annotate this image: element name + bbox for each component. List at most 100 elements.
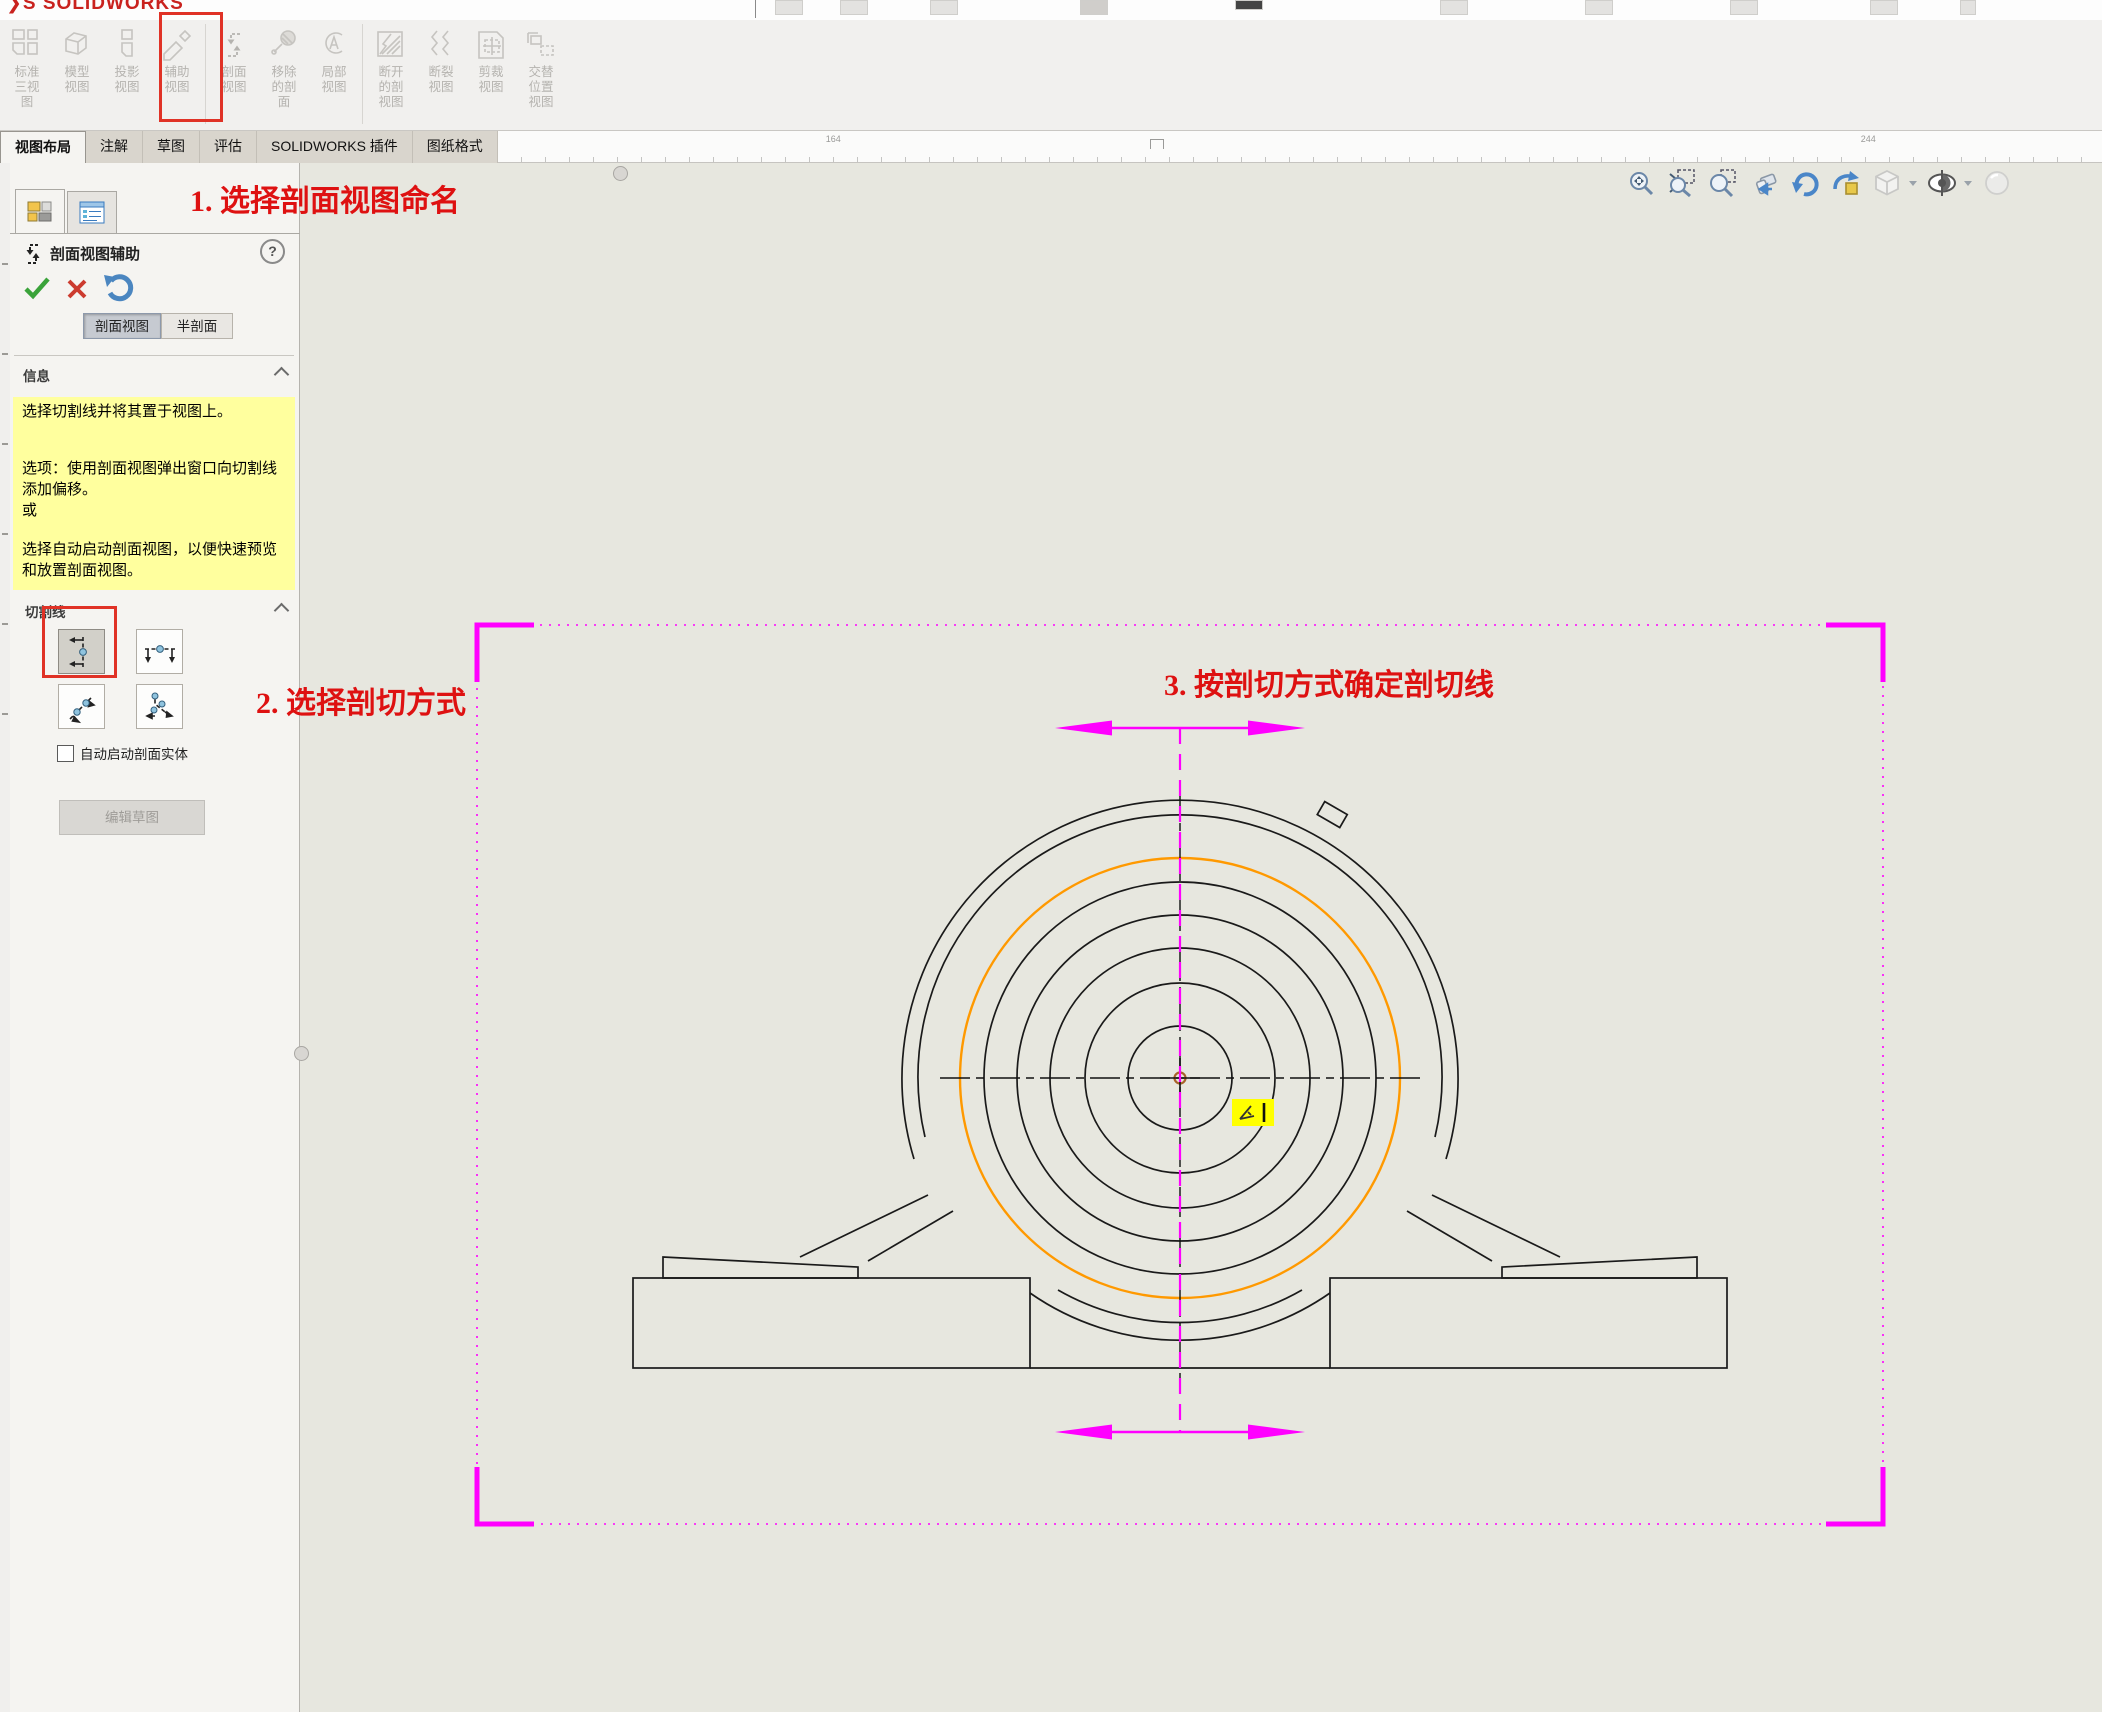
removed-section-button[interactable]: 移除的剖面 bbox=[259, 20, 309, 110]
cutting-line-bottom-handle[interactable] bbox=[1055, 1425, 1305, 1440]
3d-drawing-view-icon[interactable] bbox=[1830, 167, 1862, 199]
undo-icon[interactable] bbox=[102, 271, 136, 303]
ribbon-button-label: 局部视图 bbox=[320, 65, 348, 95]
cancel-x-icon[interactable] bbox=[65, 277, 89, 301]
standard-3-view-button[interactable]: 标准三视图 bbox=[2, 20, 52, 110]
detail-view-icon bbox=[326, 33, 342, 53]
crop-view-button[interactable]: 剪裁视图 bbox=[466, 20, 516, 95]
section-view-assist-icon bbox=[20, 241, 46, 267]
drawing-viewport[interactable] bbox=[300, 165, 2102, 1712]
toolbar-icon-placeholder[interactable] bbox=[1585, 0, 1613, 15]
ribbon-button-label: 断开的剖视图 bbox=[377, 65, 405, 110]
horizontal-cutting-line-button[interactable] bbox=[136, 629, 183, 674]
message-line: 选择切割线并将其置于视图上。 bbox=[22, 401, 286, 422]
panel-collapse-handle[interactable] bbox=[613, 166, 628, 181]
message-line bbox=[22, 521, 286, 539]
toolbar-icon-placeholder[interactable] bbox=[1440, 0, 1468, 15]
property-manager-tab-icon bbox=[26, 200, 54, 224]
display-style-dropdown-caret[interactable] bbox=[1909, 181, 1917, 186]
ribbon-button-label: 移除的剖面 bbox=[270, 65, 298, 110]
detail-view-button[interactable]: 局部视图 bbox=[309, 20, 359, 95]
aligned-cutting-line-button[interactable] bbox=[136, 684, 183, 729]
edge-tick bbox=[2, 713, 8, 715]
hide-show-dropdown-caret[interactable] bbox=[1964, 181, 1972, 186]
ribbon-separator bbox=[362, 24, 363, 124]
ruler-label: 164 bbox=[826, 134, 841, 144]
zoom-in-out-icon[interactable] bbox=[1707, 167, 1739, 199]
model-view-button[interactable]: 模型视图 bbox=[52, 20, 102, 95]
toolbar-icon-placeholder[interactable] bbox=[840, 0, 868, 15]
ribbon-button-label: 剖面视图 bbox=[220, 65, 248, 95]
edge-tick bbox=[2, 353, 8, 355]
ruler-label: 244 bbox=[1861, 134, 1876, 144]
broken-out-section-button[interactable]: 断开的剖视图 bbox=[366, 20, 416, 110]
heads-up-view-toolbar bbox=[1625, 167, 2013, 199]
appearances-icon[interactable] bbox=[1981, 167, 2013, 199]
tab-sheet-format[interactable]: 图纸格式 bbox=[413, 131, 498, 163]
message-box: 选择切割线并将其置于视图上。 选项：使用剖面视图弹出窗口向切割线添加偏移。 或 … bbox=[13, 397, 295, 590]
command-manager-tabbar: 视图布局 注解 草图 评估 SOLIDWORKS 插件 图纸格式 164 244 bbox=[0, 131, 2102, 163]
ruler-strip: 164 244 bbox=[498, 131, 2102, 163]
help-icon[interactable]: ? bbox=[260, 239, 285, 264]
ribbon-button-label: 模型视图 bbox=[63, 65, 91, 95]
ruler-ticks bbox=[498, 157, 2102, 162]
edge-tick bbox=[2, 533, 8, 535]
tab-solidworks-addins[interactable]: SOLIDWORKS 插件 bbox=[257, 131, 413, 163]
panel-splitter-handle[interactable] bbox=[294, 1046, 309, 1061]
toolbar-icon-placeholder[interactable] bbox=[1960, 0, 1976, 15]
ribbon-button-label: 交替位置视图 bbox=[527, 65, 555, 110]
alternate-position-view-button[interactable]: 交替位置视图 bbox=[516, 20, 566, 110]
auxiliary-cutting-line-button[interactable] bbox=[58, 684, 105, 729]
toolbar-icon-placeholder[interactable] bbox=[775, 0, 803, 15]
zoom-fit-icon[interactable] bbox=[1625, 167, 1657, 199]
display-style-icon[interactable] bbox=[1871, 167, 1903, 199]
property-manager-tab[interactable] bbox=[15, 189, 65, 233]
projected-view-icon bbox=[122, 30, 132, 56]
alternate-position-view-icon bbox=[528, 33, 553, 55]
ribbon-button-label: 剪裁视图 bbox=[477, 65, 505, 95]
toolbar-icon-placeholder[interactable] bbox=[930, 0, 958, 15]
cursor-badge bbox=[1232, 1099, 1274, 1126]
section-view-mode-button[interactable]: 剖面视图 bbox=[83, 313, 161, 339]
message-line bbox=[22, 422, 286, 458]
message-section-header: 信息 bbox=[23, 365, 50, 385]
tab-sketch[interactable]: 草图 bbox=[143, 131, 200, 163]
projected-view-button[interactable]: 投影视图 bbox=[102, 20, 152, 95]
ruler-mark bbox=[1150, 139, 1164, 149]
tab-annotation[interactable]: 注解 bbox=[86, 131, 143, 163]
ribbon-button-label: 投影视图 bbox=[113, 65, 141, 95]
edge-tick bbox=[2, 263, 8, 265]
annotation-step1: 1. 选择剖面视图命名 bbox=[190, 176, 460, 220]
top-strip-divider bbox=[755, 0, 756, 18]
section-view-icon bbox=[228, 34, 241, 56]
ribbon-button-label: 断裂视图 bbox=[427, 65, 455, 95]
toolbar-icon-placeholder[interactable] bbox=[1235, 0, 1263, 10]
edit-sketch-button[interactable]: 编辑草图 bbox=[59, 800, 205, 835]
model-view-icon bbox=[66, 33, 86, 54]
tab-evaluate[interactable]: 评估 bbox=[200, 131, 257, 163]
panel-tab-divider bbox=[10, 233, 300, 234]
collapse-chevron-icon[interactable] bbox=[274, 367, 290, 383]
hide-show-items-icon[interactable] bbox=[1926, 167, 1958, 199]
collapse-chevron-icon[interactable] bbox=[274, 603, 290, 619]
toolbar-icon-placeholder[interactable] bbox=[1870, 0, 1898, 15]
break-view-button[interactable]: 断裂视图 bbox=[416, 20, 466, 95]
panel-title: 剖面视图辅助 bbox=[50, 243, 140, 264]
section-view-highlight-box bbox=[159, 12, 223, 122]
message-line: 选择自动启动剖面视图，以便快速预览和放置剖面视图。 bbox=[22, 539, 286, 581]
tab-view-layout[interactable]: 视图布局 bbox=[0, 131, 86, 163]
rotate-view-icon[interactable] bbox=[1789, 167, 1821, 199]
half-section-mode-button[interactable]: 半剖面 bbox=[161, 313, 233, 339]
message-line: 或 bbox=[22, 500, 286, 521]
standard-3-view-icon bbox=[13, 30, 37, 54]
toolbar-icon-placeholder[interactable] bbox=[1730, 0, 1758, 15]
ok-check-icon[interactable] bbox=[22, 275, 52, 301]
auto-start-section-checkbox-label: 自动启动剖面实体 bbox=[80, 743, 188, 763]
display-manager-tab-icon bbox=[79, 201, 105, 225]
zoom-area-icon[interactable] bbox=[1666, 167, 1698, 199]
auto-start-section-checkbox[interactable] bbox=[57, 745, 74, 762]
toolbar-icon-placeholder[interactable] bbox=[1080, 0, 1108, 15]
previous-view-icon[interactable] bbox=[1748, 167, 1780, 199]
aligned-cutting-line-icon bbox=[143, 690, 177, 724]
display-manager-tab[interactable] bbox=[67, 191, 117, 233]
